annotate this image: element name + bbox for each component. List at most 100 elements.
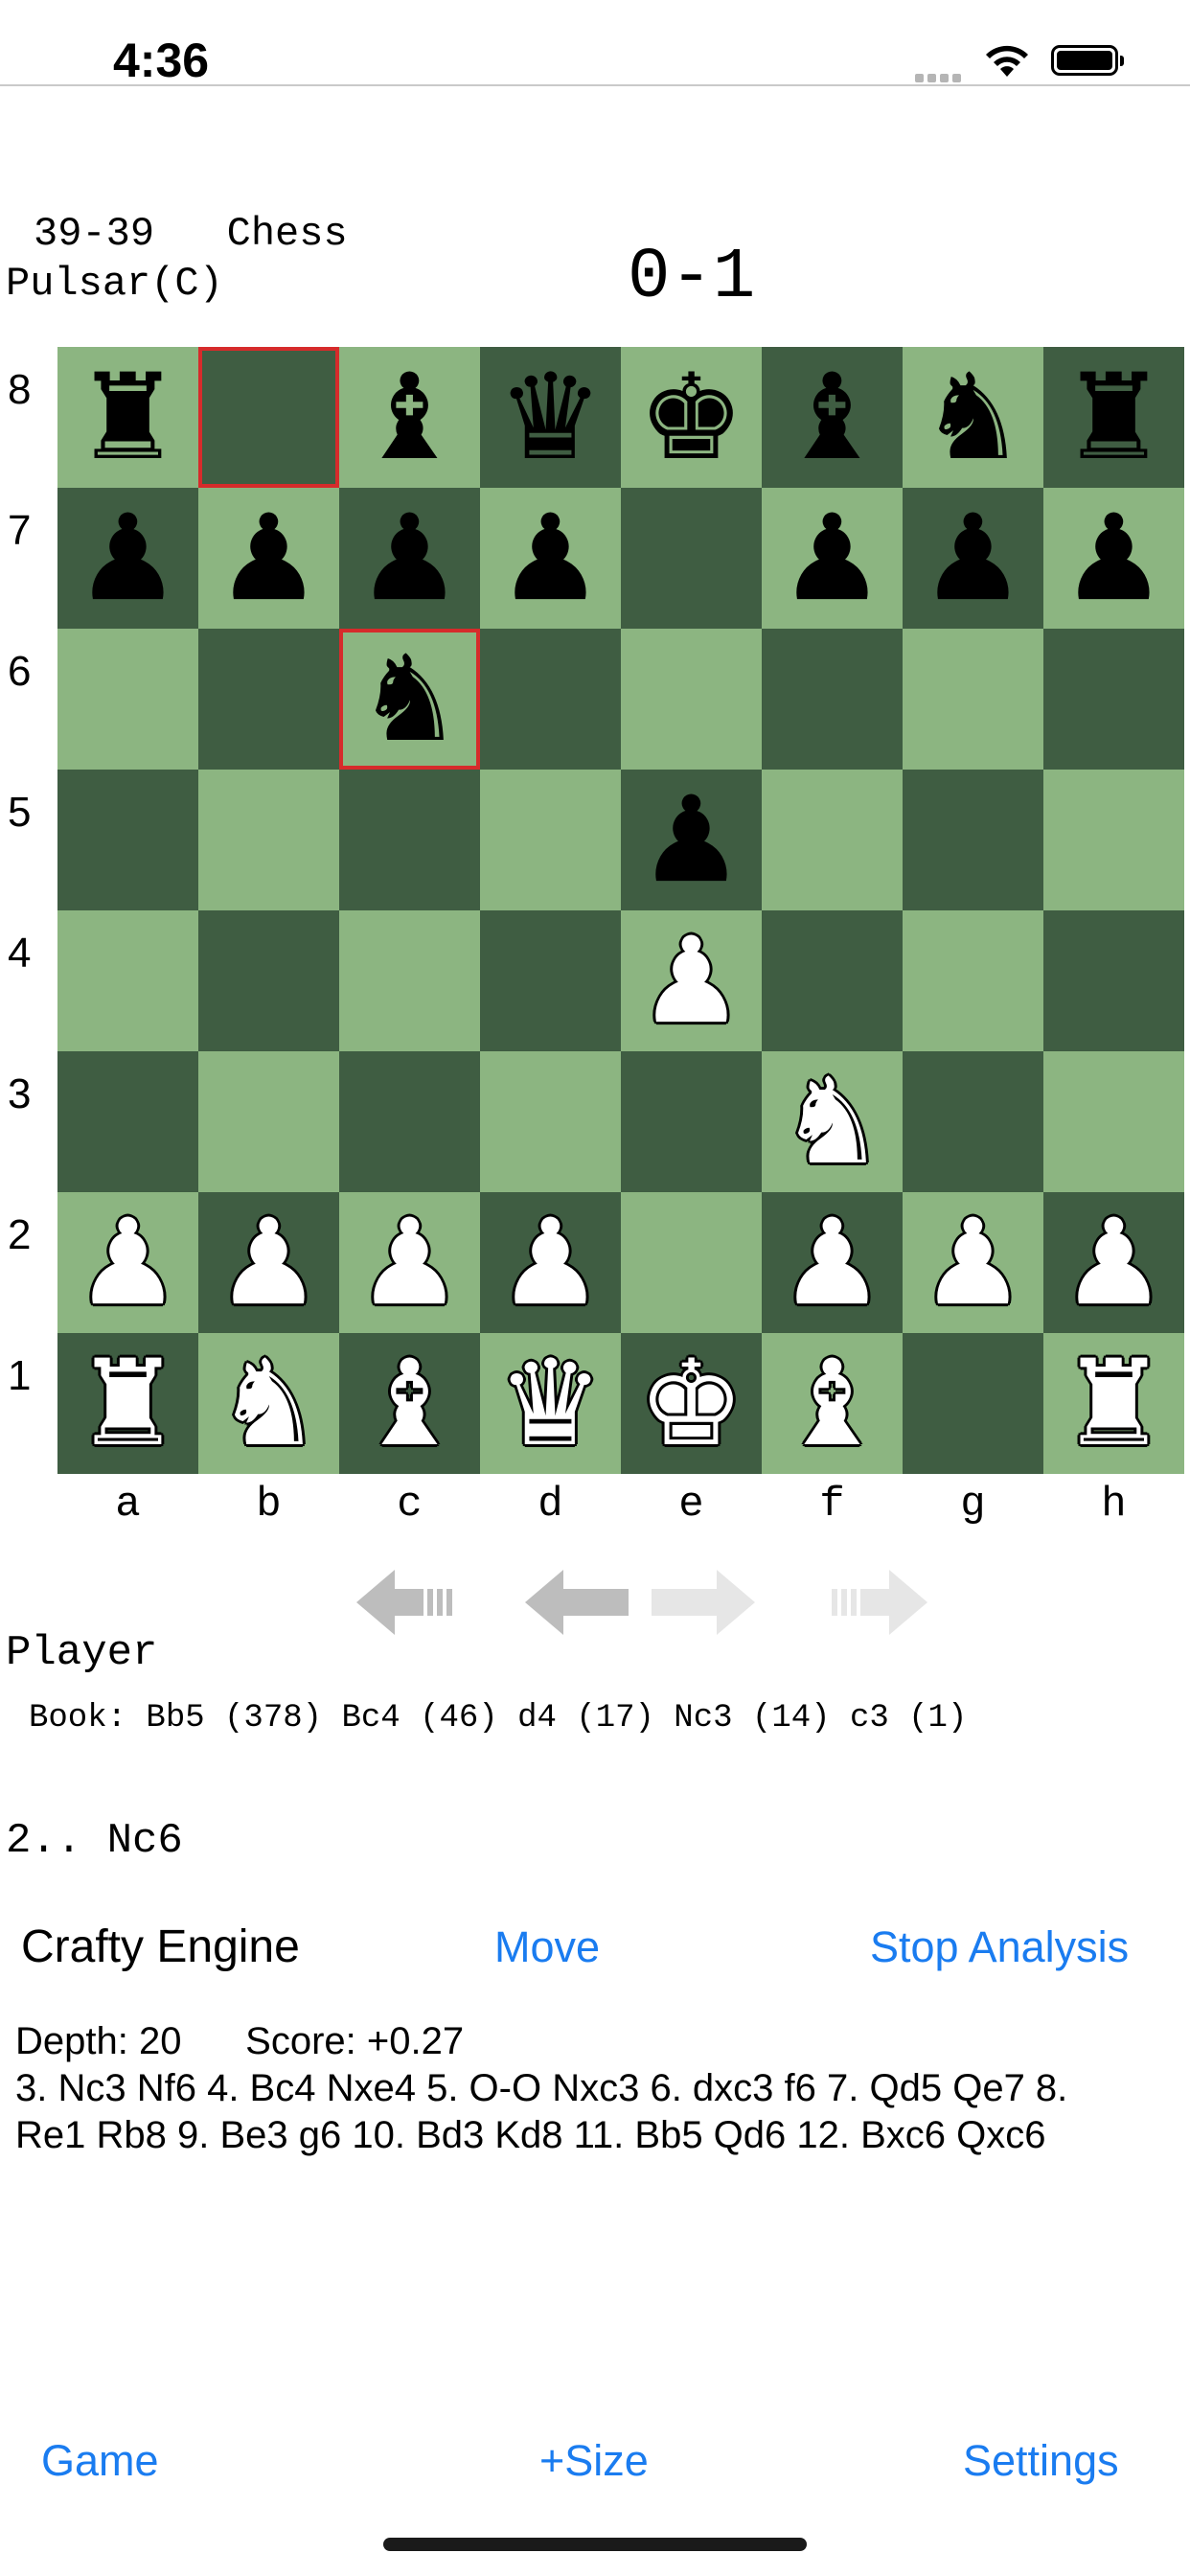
square-h7[interactable]: ♟ [1043, 488, 1184, 629]
square-e8[interactable]: ♚ [621, 347, 762, 488]
square-g2[interactable]: ♟ [903, 1192, 1043, 1333]
black-queen-icon[interactable]: ♛ [480, 347, 621, 488]
square-b2[interactable]: ♟ [198, 1192, 339, 1333]
square-b8[interactable] [198, 347, 339, 488]
white-bishop-icon[interactable]: ♝ [762, 1333, 903, 1474]
home-indicator[interactable] [383, 2538, 807, 2551]
square-c8[interactable]: ♝ [339, 347, 480, 488]
black-pawn-icon[interactable]: ♟ [339, 488, 480, 629]
white-king-icon[interactable]: ♚ [621, 1333, 762, 1474]
square-a5[interactable] [57, 770, 198, 910]
black-pawn-icon[interactable]: ♟ [57, 488, 198, 629]
square-h6[interactable] [1043, 629, 1184, 770]
square-f1[interactable]: ♝ [762, 1333, 903, 1474]
white-pawn-icon[interactable]: ♟ [1043, 1192, 1184, 1333]
square-g4[interactable] [903, 910, 1043, 1051]
previous-move-icon[interactable] [525, 1570, 629, 1635]
first-move-icon[interactable] [356, 1570, 464, 1635]
square-c5[interactable] [339, 770, 480, 910]
white-knight-icon[interactable]: ♞ [198, 1333, 339, 1474]
square-f4[interactable] [762, 910, 903, 1051]
square-g1[interactable] [903, 1333, 1043, 1474]
white-pawn-icon[interactable]: ♟ [762, 1192, 903, 1333]
engine-move-button[interactable]: Move [494, 1922, 600, 1972]
white-pawn-icon[interactable]: ♟ [57, 1192, 198, 1333]
square-c1[interactable]: ♝ [339, 1333, 480, 1474]
white-pawn-icon[interactable]: ♟ [621, 910, 762, 1051]
square-b1[interactable]: ♞ [198, 1333, 339, 1474]
square-f6[interactable] [762, 629, 903, 770]
white-pawn-icon[interactable]: ♟ [903, 1192, 1043, 1333]
square-e1[interactable]: ♚ [621, 1333, 762, 1474]
square-g6[interactable] [903, 629, 1043, 770]
black-bishop-icon[interactable]: ♝ [762, 347, 903, 488]
square-d3[interactable] [480, 1051, 621, 1192]
square-a7[interactable]: ♟ [57, 488, 198, 629]
square-e5[interactable]: ♟ [621, 770, 762, 910]
square-c7[interactable]: ♟ [339, 488, 480, 629]
black-bishop-icon[interactable]: ♝ [339, 347, 480, 488]
square-h5[interactable] [1043, 770, 1184, 910]
square-b5[interactable] [198, 770, 339, 910]
black-rook-icon[interactable]: ♜ [57, 347, 198, 488]
square-e2[interactable] [621, 1192, 762, 1333]
square-d5[interactable] [480, 770, 621, 910]
settings-button[interactable]: Settings [963, 2436, 1119, 2486]
square-g8[interactable]: ♞ [903, 347, 1043, 488]
white-pawn-icon[interactable]: ♟ [480, 1192, 621, 1333]
square-c4[interactable] [339, 910, 480, 1051]
black-rook-icon[interactable]: ♜ [1043, 347, 1184, 488]
square-d8[interactable]: ♛ [480, 347, 621, 488]
black-king-icon[interactable]: ♚ [621, 347, 762, 488]
black-pawn-icon[interactable]: ♟ [1043, 488, 1184, 629]
square-g5[interactable] [903, 770, 1043, 910]
square-d4[interactable] [480, 910, 621, 1051]
square-f3[interactable]: ♞ [762, 1051, 903, 1192]
last-move-icon[interactable] [820, 1570, 927, 1635]
black-pawn-icon[interactable]: ♟ [621, 770, 762, 910]
square-f8[interactable]: ♝ [762, 347, 903, 488]
square-f5[interactable] [762, 770, 903, 910]
black-pawn-icon[interactable]: ♟ [480, 488, 621, 629]
square-a8[interactable]: ♜ [57, 347, 198, 488]
white-pawn-icon[interactable]: ♟ [339, 1192, 480, 1333]
square-b7[interactable]: ♟ [198, 488, 339, 629]
game-button[interactable]: Game [41, 2436, 159, 2486]
square-a2[interactable]: ♟ [57, 1192, 198, 1333]
square-f2[interactable]: ♟ [762, 1192, 903, 1333]
white-rook-icon[interactable]: ♜ [1043, 1333, 1184, 1474]
black-pawn-icon[interactable]: ♟ [903, 488, 1043, 629]
black-knight-icon[interactable]: ♞ [339, 629, 480, 770]
white-pawn-icon[interactable]: ♟ [198, 1192, 339, 1333]
square-e7[interactable] [621, 488, 762, 629]
square-e6[interactable] [621, 629, 762, 770]
square-c3[interactable] [339, 1051, 480, 1192]
square-g7[interactable]: ♟ [903, 488, 1043, 629]
size-button[interactable]: +Size [539, 2436, 649, 2486]
white-bishop-icon[interactable]: ♝ [339, 1333, 480, 1474]
square-d7[interactable]: ♟ [480, 488, 621, 629]
square-b3[interactable] [198, 1051, 339, 1192]
square-a4[interactable] [57, 910, 198, 1051]
black-pawn-icon[interactable]: ♟ [762, 488, 903, 629]
square-d1[interactable]: ♛ [480, 1333, 621, 1474]
stop-analysis-button[interactable]: Stop Analysis [870, 1922, 1129, 1972]
square-c2[interactable]: ♟ [339, 1192, 480, 1333]
square-b4[interactable] [198, 910, 339, 1051]
square-a3[interactable] [57, 1051, 198, 1192]
square-h4[interactable] [1043, 910, 1184, 1051]
white-knight-icon[interactable]: ♞ [762, 1051, 903, 1192]
chess-board[interactable]: ♜ ♝ ♛ ♚ ♝ ♞ ♜ ♟ ♟ ♟ ♟ ♟ ♟ ♟ ♞ ♟ ♟ ♞ ♟ ♟ ♟ ♟ ♟ ♟ ♟ ♜ ♞ ♝ ♛ ♚ ♝ ♜ [57, 347, 1184, 1474]
square-c6[interactable]: ♞ [339, 629, 480, 770]
square-h2[interactable]: ♟ [1043, 1192, 1184, 1333]
white-queen-icon[interactable]: ♛ [480, 1333, 621, 1474]
square-e3[interactable] [621, 1051, 762, 1192]
square-a6[interactable] [57, 629, 198, 770]
square-d2[interactable]: ♟ [480, 1192, 621, 1333]
square-h8[interactable]: ♜ [1043, 347, 1184, 488]
square-f7[interactable]: ♟ [762, 488, 903, 629]
square-h1[interactable]: ♜ [1043, 1333, 1184, 1474]
square-a1[interactable]: ♜ [57, 1333, 198, 1474]
square-d6[interactable] [480, 629, 621, 770]
square-e4[interactable]: ♟ [621, 910, 762, 1051]
